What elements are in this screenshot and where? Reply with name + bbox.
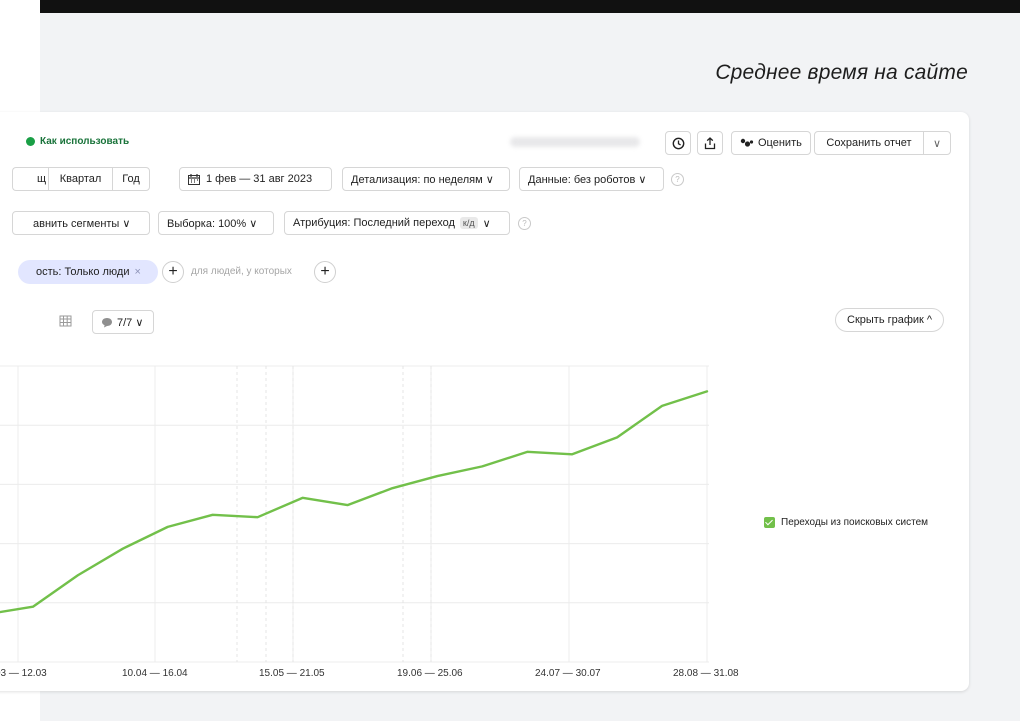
- x-tick-label: 03 — 12.03: [0, 668, 47, 679]
- series-count-label: 7/7 ∨: [117, 316, 144, 329]
- table-view-icon[interactable]: [59, 315, 72, 327]
- calendar-icon: [188, 173, 200, 185]
- compare-segments-label: авнить сегменты ∨: [33, 217, 131, 230]
- segment-hint: для людей, у которых: [191, 266, 292, 277]
- sample-label: Выборка: 100% ∨: [167, 217, 258, 230]
- help-icon[interactable]: ?: [671, 173, 684, 186]
- x-tick-label: 19.06 — 25.06: [397, 668, 463, 679]
- help-icon[interactable]: ?: [518, 217, 531, 230]
- attribution-badge: к/д: [459, 217, 478, 229]
- period-month-label: щ: [37, 173, 47, 185]
- save-report-label: Сохранить отчет: [826, 137, 912, 149]
- detail-label: Детализация: по неделям ∨: [351, 173, 494, 186]
- rate-label: Оценить: [758, 137, 802, 149]
- page-heading: Среднее время на сайте: [715, 61, 968, 84]
- info-icon: [26, 137, 35, 146]
- period-quarter-label: Квартал: [59, 173, 102, 185]
- history-button[interactable]: [665, 131, 691, 155]
- export-button[interactable]: [697, 131, 723, 155]
- hide-chart-button[interactable]: Скрыть график ^: [835, 308, 945, 332]
- top-bar: [40, 0, 1020, 13]
- rate-icon: [740, 138, 754, 147]
- x-tick-label: 24.07 — 30.07: [535, 668, 601, 679]
- x-tick-label: 15.05 — 21.05: [259, 668, 325, 679]
- compare-segments-button[interactable]: авнить сегменты ∨: [12, 211, 150, 235]
- date-range-button[interactable]: 1 фев — 31 авг 2023: [179, 167, 332, 191]
- period-quarter-button[interactable]: Квартал: [48, 167, 113, 191]
- legend-label: Переходы из поисковых систем: [781, 517, 929, 528]
- add-condition-button[interactable]: +: [314, 261, 336, 283]
- hide-chart-label: Скрыть график ^: [847, 314, 933, 326]
- share-icon: [704, 136, 716, 149]
- data-filter-dropdown[interactable]: Данные: без роботов ∨: [519, 167, 664, 191]
- rate-button[interactable]: Оценить: [731, 131, 811, 155]
- speech-bubble-icon: [102, 317, 112, 327]
- period-month-button[interactable]: щ: [12, 167, 48, 191]
- attribution-arrow: ∨: [482, 217, 491, 230]
- x-tick-label: 28.08 — 31.08: [673, 668, 739, 679]
- clock-icon: [672, 137, 684, 149]
- how-to-use-label: Как использовать: [40, 136, 130, 147]
- period-year-button[interactable]: Год: [112, 167, 150, 191]
- sample-dropdown[interactable]: Выборка: 100% ∨: [158, 211, 274, 235]
- counter-name-blurred: [510, 137, 640, 147]
- close-icon[interactable]: ×: [134, 266, 140, 278]
- x-tick-label: 10.04 — 16.04: [122, 668, 188, 679]
- segment-chip[interactable]: ость: Только люди ×: [18, 260, 158, 284]
- series-selector[interactable]: 7/7 ∨: [92, 310, 154, 334]
- report-card: Как использовать Оценить Сохранить отчет…: [0, 112, 969, 691]
- attribution-dropdown[interactable]: Атрибуция: Последний переход к/д ∨: [284, 211, 510, 235]
- save-report-button[interactable]: Сохранить отчет ∨: [814, 131, 951, 155]
- attribution-label: Атрибуция: Последний переход: [293, 217, 455, 229]
- data-filter-label: Данные: без роботов ∨: [528, 173, 647, 186]
- line-chart: [0, 365, 709, 663]
- detail-dropdown[interactable]: Детализация: по неделям ∨: [342, 167, 510, 191]
- how-to-use-link[interactable]: Как использовать: [26, 136, 129, 147]
- save-report-dropdown[interactable]: ∨: [923, 132, 950, 154]
- add-segment-button[interactable]: +: [162, 261, 184, 283]
- legend-checkbox[interactable]: [764, 517, 775, 528]
- segment-chip-label: ость: Только люди: [36, 266, 130, 278]
- date-range-label: 1 фев — 31 авг 2023: [206, 173, 313, 185]
- chart-legend[interactable]: Переходы из поисковых систем: [764, 517, 928, 528]
- period-year-label: Год: [122, 173, 140, 185]
